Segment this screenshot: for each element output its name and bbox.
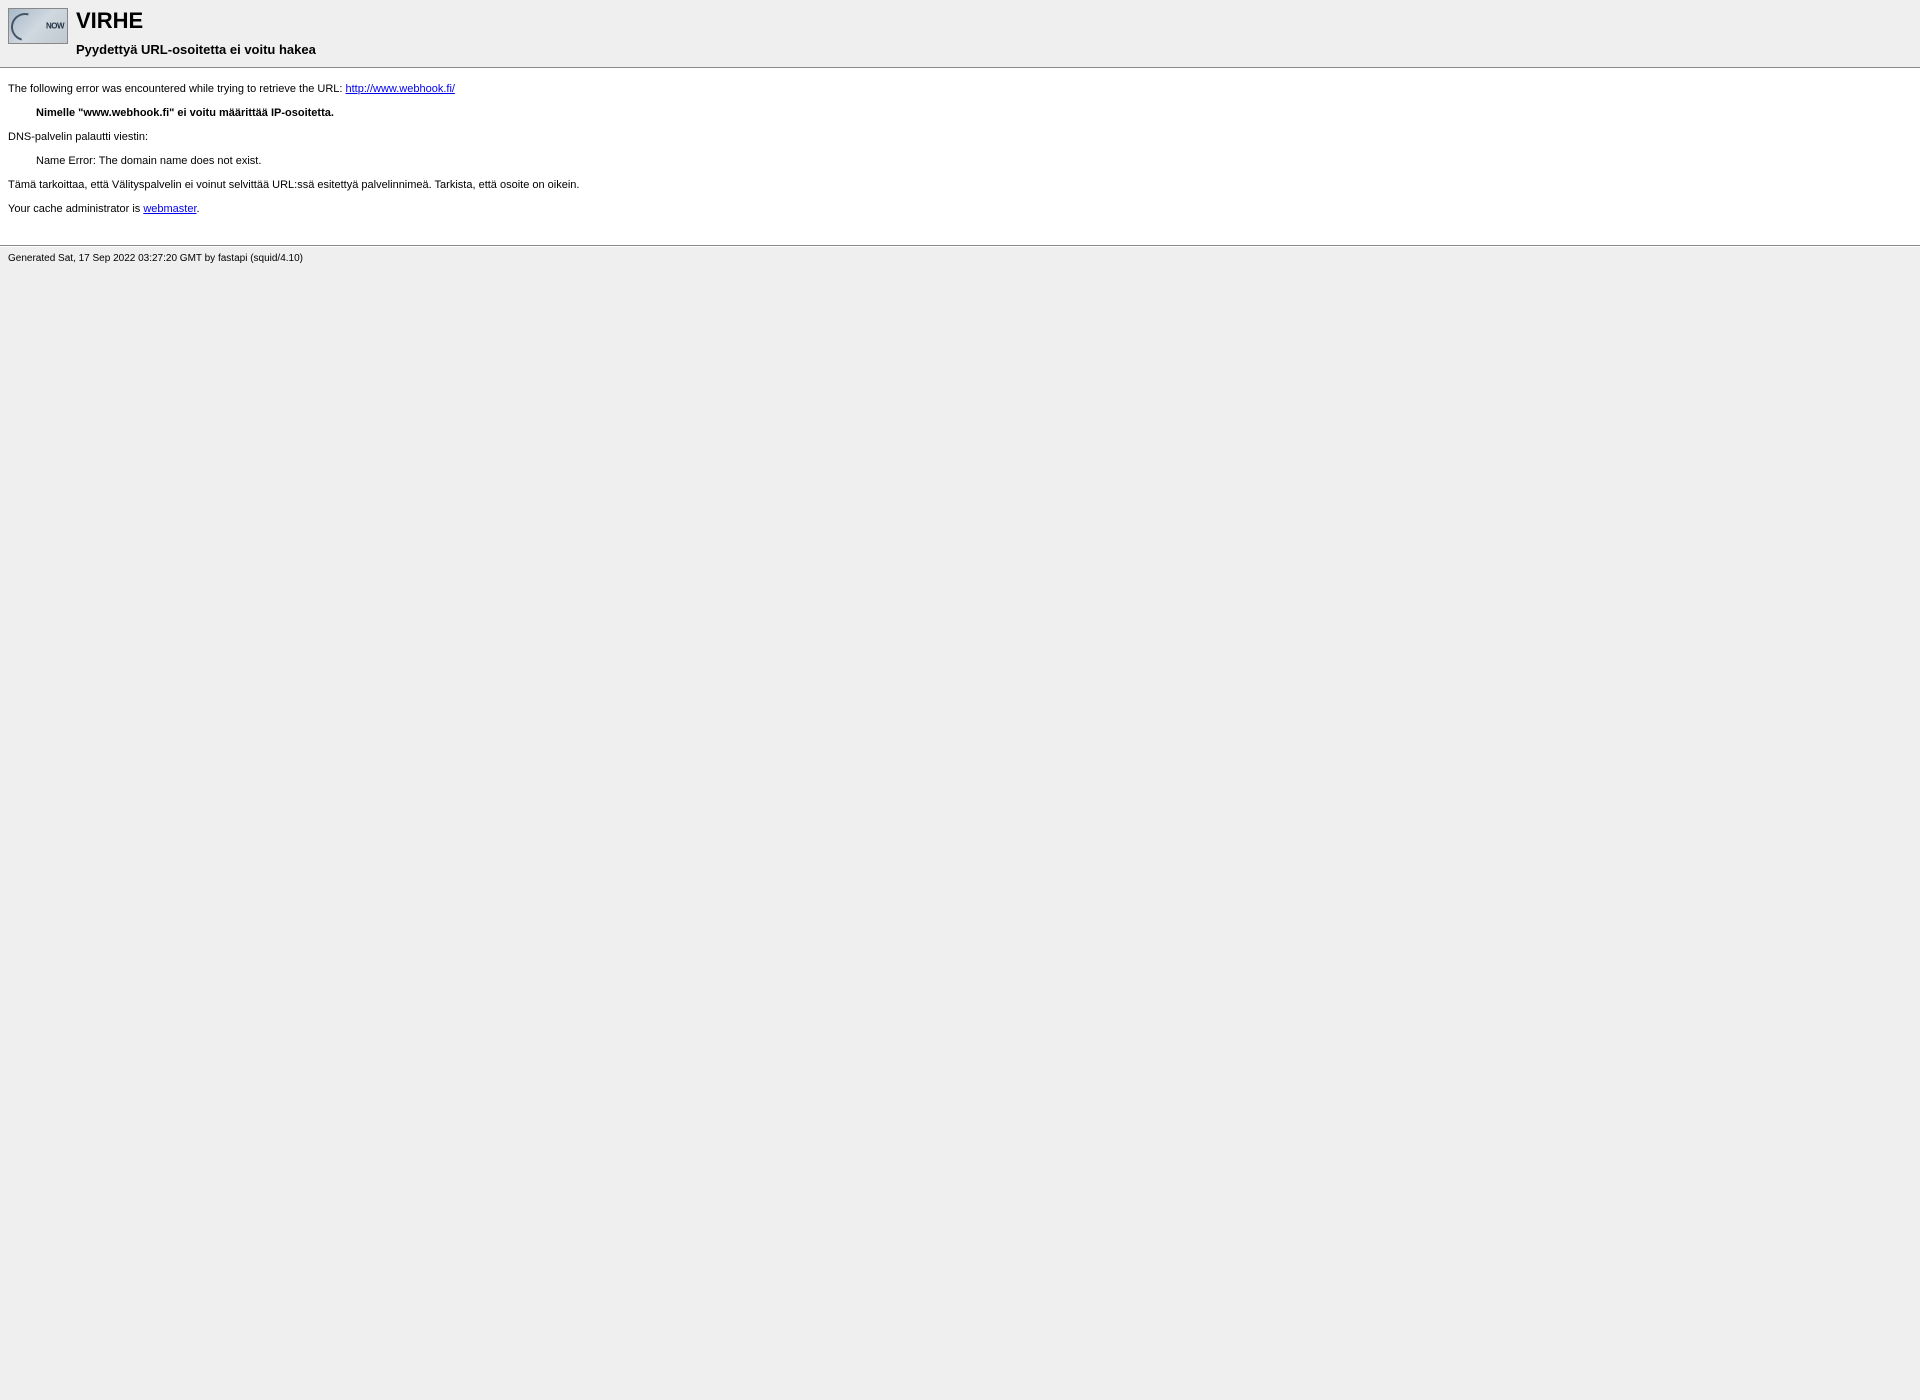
footer: Generated Sat, 17 Sep 2022 03:27:20 GMT … <box>0 247 1920 270</box>
name-error-message: Name Error: The domain name does not exi… <box>36 155 1912 167</box>
error-header: NOW VIRHE Pyydettyä URL-osoitetta ei voi… <box>0 0 1920 67</box>
icon-text: NOW <box>46 22 64 31</box>
admin-intro-text: Your cache administrator is <box>8 203 143 215</box>
error-title: VIRHE <box>76 8 316 34</box>
webmaster-link[interactable]: webmaster <box>143 203 196 215</box>
header-text-block: VIRHE Pyydettyä URL-osoitetta ei voitu h… <box>76 8 316 57</box>
dns-unresolvable-message: Nimelle "www.webhook.fi" ei voitu määrit… <box>36 107 1912 119</box>
requested-url-link[interactable]: http://www.webhook.fi/ <box>346 83 455 95</box>
error-intro-line: The following error was encountered whil… <box>8 83 1912 95</box>
admin-suffix: . <box>197 203 200 215</box>
squid-now-icon: NOW <box>8 8 68 44</box>
explanation-text: Tämä tarkoittaa, että Välityspalvelin ei… <box>8 179 1912 191</box>
error-intro-text: The following error was encountered whil… <box>8 83 346 95</box>
admin-line: Your cache administrator is webmaster. <box>8 203 1912 215</box>
error-content: The following error was encountered whil… <box>0 69 1920 245</box>
error-subtitle: Pyydettyä URL-osoitetta ei voitu hakea <box>76 42 316 57</box>
dns-returned-label: DNS-palvelin palautti viestin: <box>8 131 1912 143</box>
generated-timestamp: Generated Sat, 17 Sep 2022 03:27:20 GMT … <box>8 253 303 264</box>
